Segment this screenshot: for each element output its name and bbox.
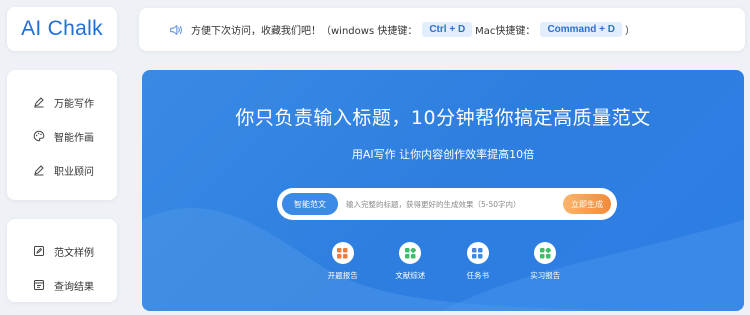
document-icon [34,280,44,290]
mac-shortcut-label: Mac快捷键： [475,26,536,37]
edit-doc-icon [34,246,44,256]
hero-title: 你只负责输入标题，10分钟帮你搞定高质量范文 [235,107,651,129]
sidebar-item-career-advisor[interactable]: 职业顾问 [7,153,117,187]
sidebar-item-universal-writing[interactable]: 万能写作 [7,85,117,119]
sidebar-tools: 万能写作 智能作画 职业顾问 [7,70,117,200]
sidebar-item-label: 范文样例 [54,247,94,259]
title-input[interactable] [338,192,563,216]
hero-banner: 你只负责输入标题，10分钟帮你搞定高质量范文 用AI写作 让你内容创作效率提高1… [142,70,744,311]
speaker-icon [170,24,182,35]
pen-icon [34,165,44,176]
generate-button[interactable]: 立即生成 [563,194,611,214]
notice-text-end: ） [624,26,635,37]
notice-text: 方便下次访问，收藏我们吧！（windows 快捷键： [191,26,418,37]
sidebar-item-label: 查询结果 [54,281,94,293]
mac-shortcut-badge: Command + D [540,22,622,37]
grid-icon [331,242,354,264]
feature-shortcuts: 开题报告 文献综述 任务书 实习报告 [309,242,579,281]
feature-internship-report[interactable]: 实习报告 [512,242,580,281]
grid-icon [466,242,489,264]
pen-icon [34,97,44,108]
sidebar-records: 范文样例 查询结果 [7,219,117,302]
grid-icon [399,242,422,264]
feature-label: 实习报告 [530,271,561,280]
feature-label: 任务书 [466,271,490,280]
bookmark-notice-bar: 方便下次访问，收藏我们吧！（windows 快捷键： Ctrl + D Mac快… [139,8,745,51]
smart-essay-mode-button[interactable]: 智能范文 [282,193,338,215]
feature-task-book[interactable]: 任务书 [444,242,512,281]
sidebar-item-query-results[interactable]: 查询结果 [7,268,117,302]
sidebar-item-label: 万能写作 [54,98,94,110]
windows-shortcut-badge: Ctrl + D [422,22,473,37]
sidebar-item-label: 智能作画 [54,132,94,144]
feature-label: 开题报告 [327,271,358,280]
logo-text: AI Chalk [21,17,103,40]
grid-icon [534,242,557,264]
title-search-box: 智能范文 立即生成 [277,188,617,220]
feature-opening-report[interactable]: 开题报告 [309,242,377,281]
sidebar-item-sample-essays[interactable]: 范文样例 [7,234,117,268]
hero-subtitle: 用AI写作 让你内容创作效率提高10倍 [351,148,535,161]
sidebar-item-label: 职业顾问 [54,166,94,178]
palette-icon [33,130,45,142]
feature-literature-review[interactable]: 文献综述 [377,242,445,281]
sidebar-item-smart-drawing[interactable]: 智能作画 [7,119,117,153]
logo-card[interactable]: AI Chalk [7,7,117,51]
feature-label: 文献综述 [395,271,426,280]
